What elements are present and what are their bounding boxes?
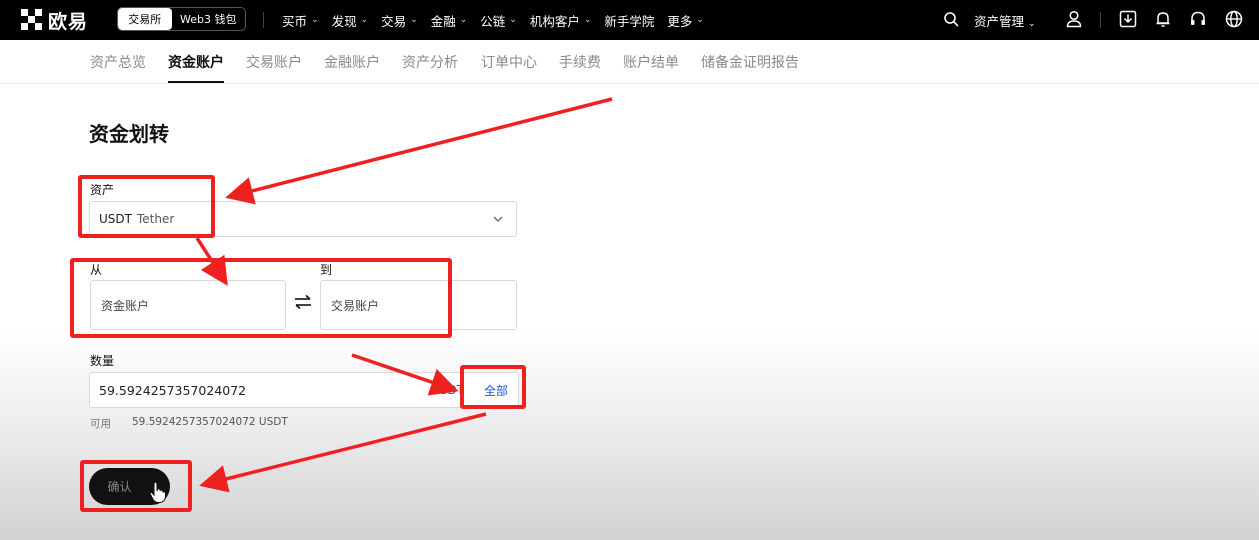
globe-icon[interactable]	[1224, 9, 1244, 29]
tab-asset-analysis[interactable]: 资产分析	[402, 52, 458, 72]
chevron-down-icon: ⌄	[410, 15, 418, 25]
to-label: 到	[320, 263, 333, 277]
nav-item-academy[interactable]: 新手学院	[604, 11, 654, 30]
page-title: 资金划转	[89, 122, 169, 146]
amount-label: 数量	[90, 354, 115, 368]
available-balance: 59.5924257357024072 USDT	[132, 416, 288, 428]
arrow-to-from	[195, 237, 228, 286]
confirm-button-label: 确认	[107, 480, 132, 494]
tab-finance-account[interactable]: 金融账户	[324, 52, 380, 72]
from-label: 从	[90, 263, 103, 277]
nav-item-label: 公链	[480, 13, 506, 29]
main-menu: 买币 ⌄ 发现 ⌄ 交易 ⌄ 金融 ⌄ 公链 ⌄ 机构客户 ⌄ 新手学院 更多 ⌄	[282, 0, 717, 40]
chevron-down-icon	[493, 216, 503, 222]
amount-input[interactable]: 59.5924257357024072 USDT	[89, 372, 519, 408]
tab-trading-account[interactable]: 交易账户	[246, 52, 302, 72]
nav-item-trade[interactable]: 交易 ⌄	[381, 11, 418, 30]
asset-select[interactable]: USDT Tether	[89, 201, 517, 237]
nav-item-label: 更多	[667, 13, 693, 29]
tab-order-center[interactable]: 订单中心	[481, 52, 537, 72]
nav-divider	[263, 12, 264, 28]
chevron-down-icon: ⌄	[583, 15, 592, 25]
amount-value: 59.5924257357024072	[99, 383, 247, 398]
chevron-down-icon: ⌄	[1028, 19, 1036, 29]
nav-item-discover[interactable]: 发现 ⌄	[332, 11, 369, 30]
asset-management-menu[interactable]: 资产管理 ⌄	[974, 11, 1036, 30]
top-nav: 欧易 交易所 Web3 钱包 买币 ⌄ 发现 ⌄ 交易 ⌄ 金融 ⌄ 公链 ⌄ 机构客户 ⌄…	[0, 0, 1259, 40]
nav-item-buy-crypto[interactable]: 买币 ⌄	[282, 11, 319, 30]
logo-text: 欧易	[48, 10, 89, 33]
nav-item-finance[interactable]: 金融 ⌄	[431, 11, 468, 30]
logo[interactable]: 欧易	[21, 8, 89, 33]
mode-tab-exchange[interactable]: 交易所	[118, 8, 172, 30]
logo-mark-icon	[21, 9, 43, 31]
arrow-to-asset	[225, 97, 613, 205]
swap-icon[interactable]	[293, 294, 313, 310]
active-tab-indicator	[168, 81, 224, 83]
nav-item-label: 机构客户	[529, 13, 580, 29]
tab-account-statement[interactable]: 账户结单	[623, 52, 679, 72]
mode-switch: 交易所 Web3 钱包	[117, 7, 246, 31]
bell-icon[interactable]	[1153, 9, 1173, 29]
nav-item-label: 交易	[381, 13, 407, 29]
chevron-down-icon: ⌄	[696, 15, 704, 25]
mode-tab-web3-wallet[interactable]: Web3 钱包	[172, 8, 245, 30]
nav-item-institutional[interactable]: 机构客户 ⌄	[530, 11, 592, 30]
to-account-value: 交易账户	[331, 299, 380, 313]
nav-item-more[interactable]: 更多 ⌄	[667, 11, 704, 30]
available-label: 可用	[90, 418, 111, 430]
chevron-down-icon: ⌄	[311, 15, 319, 25]
tab-funding-account[interactable]: 资金账户	[168, 52, 224, 72]
to-account-select[interactable]: 交易账户	[320, 280, 517, 330]
from-account-select[interactable]: 资金账户	[90, 280, 286, 330]
nav-item-label: 发现	[331, 13, 357, 29]
search-icon[interactable]	[943, 11, 959, 27]
headset-icon[interactable]	[1188, 9, 1208, 29]
nav-item-label: 金融	[430, 13, 456, 29]
nav-item-public-chain[interactable]: 公链 ⌄	[480, 11, 517, 30]
nav-item-label: 新手学院	[604, 13, 655, 29]
tab-proof-of-reserves[interactable]: 储备金证明报告	[701, 52, 799, 72]
nav-divider	[1100, 12, 1101, 28]
amount-unit: USDT	[431, 383, 464, 397]
asset-name: Tether	[137, 212, 175, 226]
nav-item-label: 买币	[282, 13, 308, 29]
max-all-button[interactable]: 全部	[484, 382, 508, 399]
user-icon[interactable]	[1064, 9, 1084, 29]
chevron-down-icon: ⌄	[459, 15, 468, 25]
from-account-value: 资金账户	[101, 299, 150, 313]
chevron-down-icon: ⌄	[509, 15, 517, 25]
chevron-down-icon: ⌄	[360, 15, 369, 25]
tab-asset-overview[interactable]: 资产总览	[90, 52, 146, 72]
tab-fees[interactable]: 手续费	[559, 52, 601, 72]
download-icon[interactable]	[1118, 9, 1138, 29]
asset-symbol: USDT	[99, 212, 132, 226]
asset-management-label: 资产管理	[974, 14, 1025, 29]
asset-label: 资产	[90, 183, 115, 197]
cursor-hand-icon	[149, 481, 167, 504]
